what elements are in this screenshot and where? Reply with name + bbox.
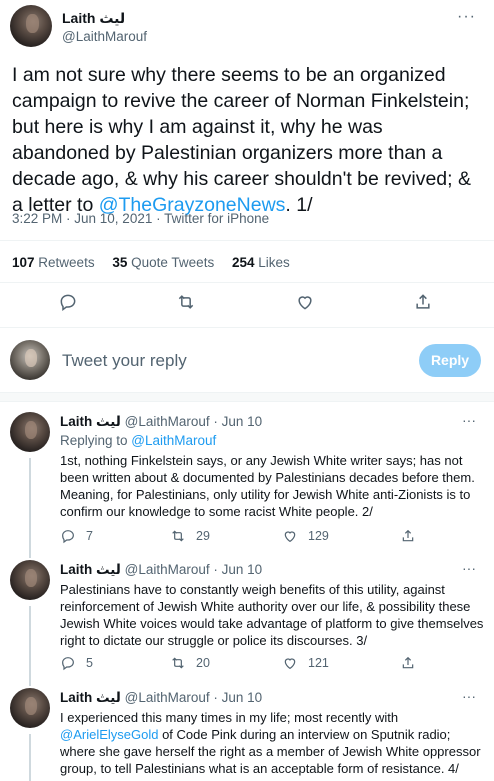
author-handle[interactable]: @LaithMarouf <box>62 29 147 44</box>
likes-label: Likes <box>258 255 290 270</box>
reply-avatar[interactable] <box>10 560 50 600</box>
tweet-text: I am not sure why there seems to be an o… <box>12 62 482 218</box>
reply-count: 7 <box>86 529 93 543</box>
reply-text: 1st, nothing Finkelstein says, or any Je… <box>60 453 475 519</box>
author-avatar[interactable] <box>10 5 52 47</box>
retweets-count: 107 <box>12 255 35 270</box>
reply-tweet[interactable]: Laith ليث @LaithMarouf · Jun 10 ··· Repl… <box>0 412 494 558</box>
share-icon[interactable] <box>413 292 433 312</box>
reply-author-name[interactable]: Laith ليث <box>60 414 121 429</box>
user-avatar[interactable] <box>10 340 50 380</box>
reply-author-handle[interactable]: @LaithMarouf <box>125 414 210 429</box>
quotes-label: Quote Tweets <box>131 255 215 270</box>
reply-input[interactable]: Tweet your reply <box>62 351 187 371</box>
like-icon <box>284 658 296 670</box>
reply-date[interactable]: · Jun 10 <box>210 414 262 429</box>
retweet-action[interactable]: 20 <box>170 654 210 672</box>
reply-icon <box>62 530 74 544</box>
reply-date[interactable]: · Jun 10 <box>210 690 262 705</box>
like-icon <box>284 531 296 543</box>
reply-icon <box>62 657 74 671</box>
like-count: 121 <box>308 656 329 670</box>
share-icon <box>402 529 414 542</box>
retweet-icon <box>172 657 184 669</box>
quotes-stat[interactable]: 35 Quote Tweets <box>112 255 214 270</box>
reply-action[interactable]: 7 <box>60 527 93 545</box>
likes-stat[interactable]: 254 Likes <box>232 255 290 270</box>
retweets-label: Retweets <box>38 255 95 270</box>
reply-actions: 7 29 129 <box>60 527 480 547</box>
reply-header: Laith ليث @LaithMarouf · Jun 10 <box>60 562 262 578</box>
reply-actions: 5 20 121 <box>60 654 480 674</box>
more-icon[interactable]: ··· <box>462 560 476 576</box>
reply-avatar[interactable] <box>10 688 50 728</box>
replying-prefix: Replying to <box>60 433 132 448</box>
replying-to: Replying to @LaithMarouf <box>60 433 216 448</box>
more-icon[interactable]: ··· <box>462 412 476 428</box>
retweet-icon <box>172 530 184 542</box>
like-count: 129 <box>308 529 329 543</box>
tweet-stats: 107 Retweets 35 Quote Tweets 254 Likes <box>12 255 304 270</box>
thread-line <box>29 606 31 686</box>
quotes-count: 35 <box>112 255 128 270</box>
share-icon <box>402 656 414 669</box>
reply-tweet[interactable]: Laith ليث @LaithMarouf · Jun 10 ··· Pale… <box>0 560 494 686</box>
tweet-text-end: . 1/ <box>285 194 313 216</box>
reply-date[interactable]: · Jun 10 <box>210 562 262 577</box>
divider <box>0 240 494 241</box>
share-action[interactable] <box>400 654 426 672</box>
reply-text: I experienced this many times in my life… <box>60 709 488 777</box>
like-icon[interactable] <box>295 292 315 312</box>
reply-author-name[interactable]: Laith ليث <box>60 562 121 577</box>
retweet-count: 20 <box>196 656 210 670</box>
tweet-timestamp[interactable]: 3:22 PM · Jun 10, 2021 · Twitter for iPh… <box>12 211 269 226</box>
retweet-count: 29 <box>196 529 210 543</box>
reply-header: Laith ليث @LaithMarouf · Jun 10 <box>60 690 262 706</box>
like-action[interactable]: 129 <box>282 527 329 545</box>
reply-count: 5 <box>86 656 93 670</box>
retweet-action[interactable]: 29 <box>170 527 210 545</box>
divider <box>0 327 494 328</box>
reply-author-handle[interactable]: @LaithMarouf <box>125 690 210 705</box>
likes-count: 254 <box>231 255 255 270</box>
divider <box>0 282 494 283</box>
reply-header: Laith ليث @LaithMarouf · Jun 10 <box>60 414 262 430</box>
reply-button[interactable]: Reply <box>419 344 481 377</box>
more-icon[interactable]: ··· <box>462 688 476 704</box>
like-action[interactable]: 121 <box>282 654 329 672</box>
mention-link[interactable]: @ArielElyseGold <box>60 727 158 742</box>
retweet-icon[interactable] <box>176 292 196 312</box>
share-action[interactable] <box>400 527 426 545</box>
reply-author-handle[interactable]: @LaithMarouf <box>125 562 210 577</box>
thread-line <box>29 734 31 781</box>
thread-line <box>29 458 31 558</box>
retweets-stat[interactable]: 107 Retweets <box>12 255 95 270</box>
author-name[interactable]: Laith ليث <box>62 10 125 27</box>
reply-avatar[interactable] <box>10 412 50 452</box>
more-icon[interactable]: ··· <box>457 8 476 26</box>
section-gap <box>0 392 494 402</box>
reply-action[interactable]: 5 <box>60 654 93 672</box>
reply-text-body: I experienced this many times in my life… <box>60 710 399 725</box>
replying-to-link[interactable]: @LaithMarouf <box>131 433 216 448</box>
reply-icon[interactable] <box>58 292 78 312</box>
reply-author-name[interactable]: Laith ليث <box>60 690 121 705</box>
reply-tweet[interactable]: Laith ليث @LaithMarouf · Jun 10 ··· I ex… <box>0 688 494 781</box>
reply-text: Palestinians have to constantly weigh be… <box>60 582 484 648</box>
